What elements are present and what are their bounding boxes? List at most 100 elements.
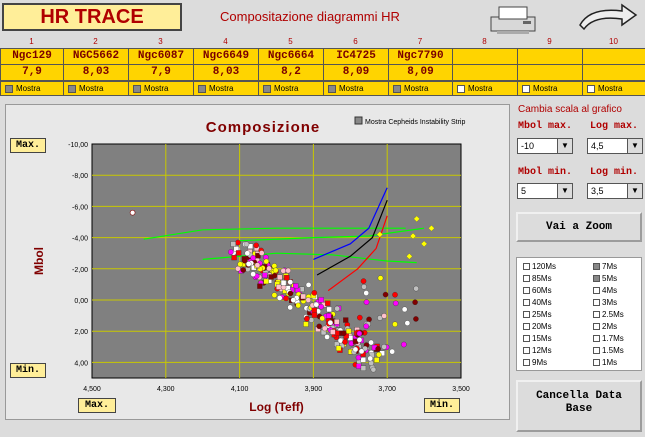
- cluster-name-field[interactable]: IC4725: [323, 48, 389, 65]
- chevron-down-icon[interactable]: ▼: [627, 139, 642, 153]
- xmin-button[interactable]: Min.: [424, 398, 460, 413]
- checkbox-icon[interactable]: [593, 287, 600, 295]
- x-tick-label: 3,500: [452, 386, 470, 393]
- chevron-down-icon[interactable]: ▼: [627, 184, 642, 198]
- show-checkbox[interactable]: Mostra: [323, 81, 389, 96]
- printer-icon[interactable]: [485, 3, 540, 35]
- show-checkbox[interactable]: Mostra: [258, 81, 324, 96]
- cluster-age-field[interactable]: 7,9: [128, 64, 194, 81]
- show-checkbox[interactable]: Mostra: [582, 81, 645, 96]
- cluster-name-field[interactable]: Ngc129: [0, 48, 64, 65]
- ymax-button[interactable]: Max.: [10, 138, 46, 153]
- checkbox-icon[interactable]: [393, 84, 401, 93]
- cluster-age-field[interactable]: [582, 64, 645, 81]
- cluster-age-field[interactable]: 8,09: [388, 64, 453, 81]
- mbol-min-select[interactable]: 5 ▼: [517, 183, 573, 199]
- checkbox-icon[interactable]: [133, 84, 141, 93]
- checkbox-icon[interactable]: [328, 84, 336, 93]
- checkbox-icon[interactable]: [593, 263, 600, 271]
- log-min-select[interactable]: 3,5 ▼: [587, 183, 643, 199]
- cluster-name-field[interactable]: [582, 48, 645, 65]
- zoom-button[interactable]: Vai a Zoom: [516, 212, 642, 242]
- show-checkbox[interactable]: Mostra: [128, 81, 194, 96]
- checkbox-icon[interactable]: [68, 84, 76, 93]
- checkbox-icon[interactable]: [263, 84, 271, 93]
- cluster-age-field[interactable]: 8,09: [323, 64, 389, 81]
- checkbox-icon[interactable]: [593, 311, 600, 319]
- cluster-age-field[interactable]: [452, 64, 518, 81]
- mass-track-checkbox[interactable]: 120Ms: [523, 262, 556, 271]
- mass-track-checkbox[interactable]: 60Ms: [523, 286, 552, 295]
- cluster-age-field[interactable]: [517, 64, 583, 81]
- checkbox-icon[interactable]: [523, 299, 530, 307]
- star-point: [231, 254, 237, 261]
- mbol-max-select[interactable]: -10 ▼: [517, 138, 573, 154]
- clear-database-button[interactable]: Cancella Data Base: [516, 380, 642, 432]
- checkbox-icon[interactable]: [587, 84, 595, 93]
- checkbox-icon[interactable]: [593, 335, 600, 343]
- checkbox-icon[interactable]: [523, 323, 530, 331]
- mass-track-checkbox[interactable]: 5Ms: [593, 274, 617, 283]
- checkbox-icon[interactable]: [523, 263, 530, 271]
- cluster-name-field[interactable]: Ngc7790: [388, 48, 453, 65]
- checkbox-icon[interactable]: [523, 311, 530, 319]
- cluster-age-field[interactable]: 7,9: [0, 64, 64, 81]
- mass-track-checkbox[interactable]: 3Ms: [593, 298, 617, 307]
- show-checkbox[interactable]: Mostra: [452, 81, 518, 96]
- checkbox-icon[interactable]: [593, 347, 600, 355]
- show-checkbox[interactable]: Mostra: [0, 81, 64, 96]
- mass-track-checkbox[interactable]: 2.5Ms: [593, 310, 624, 319]
- checkbox-icon[interactable]: [593, 299, 600, 307]
- mass-track-checkbox[interactable]: 2Ms: [593, 322, 617, 331]
- checkbox-icon[interactable]: [457, 84, 465, 93]
- cluster-age-field[interactable]: 8,03: [193, 64, 259, 81]
- mass-label: 85Ms: [532, 274, 552, 283]
- cluster-name-field[interactable]: Ngc6649: [193, 48, 259, 65]
- mass-track-checkbox[interactable]: 15Ms: [523, 334, 552, 343]
- checkbox-icon[interactable]: [522, 84, 530, 93]
- star-point: [287, 290, 294, 297]
- show-checkbox[interactable]: Mostra: [388, 81, 453, 96]
- mass-track-checkbox[interactable]: 1Ms: [593, 358, 617, 367]
- cluster-name-field[interactable]: [452, 48, 518, 65]
- mass-track-checkbox[interactable]: 12Ms: [523, 346, 552, 355]
- mass-label: 12Ms: [532, 346, 552, 355]
- star-point: [311, 307, 317, 313]
- mass-track-checkbox[interactable]: 4Ms: [593, 286, 617, 295]
- mass-track-checkbox[interactable]: 40Ms: [523, 298, 552, 307]
- checkbox-icon[interactable]: [593, 275, 600, 283]
- show-checkbox[interactable]: Mostra: [517, 81, 583, 96]
- checkbox-icon[interactable]: [593, 359, 600, 367]
- xmax-button[interactable]: Max.: [78, 398, 116, 413]
- checkbox-icon[interactable]: [198, 84, 206, 93]
- cluster-name-field[interactable]: NGC5662: [63, 48, 129, 65]
- mass-track-checkbox[interactable]: 1.7Ms: [593, 334, 624, 343]
- mass-track-checkbox[interactable]: 25Ms: [523, 310, 552, 319]
- checkbox-icon[interactable]: [523, 275, 530, 283]
- checkbox-icon[interactable]: [523, 287, 530, 295]
- cluster-name-field[interactable]: Ngc6087: [128, 48, 194, 65]
- cluster-name-field[interactable]: [517, 48, 583, 65]
- mass-track-checkbox[interactable]: 1.5Ms: [593, 346, 624, 355]
- mass-track-checkbox[interactable]: 9Ms: [523, 358, 547, 367]
- show-checkbox[interactable]: Mostra: [63, 81, 129, 96]
- checkbox-icon[interactable]: [523, 359, 530, 367]
- show-checkbox[interactable]: Mostra: [193, 81, 259, 96]
- chevron-down-icon[interactable]: ▼: [557, 184, 572, 198]
- mass-label: 40Ms: [532, 298, 552, 307]
- checkbox-icon[interactable]: [593, 323, 600, 331]
- cluster-age-field[interactable]: 8,03: [63, 64, 129, 81]
- mass-track-checkbox[interactable]: 7Ms: [593, 262, 617, 271]
- cluster-name-field[interactable]: Ngc6664: [258, 48, 324, 65]
- checkbox-icon[interactable]: [523, 347, 530, 355]
- checkbox-icon[interactable]: [5, 84, 13, 93]
- chevron-down-icon[interactable]: ▼: [557, 139, 572, 153]
- ymin-button[interactable]: Min.: [10, 363, 46, 378]
- mass-track-checkbox[interactable]: 20Ms: [523, 322, 552, 331]
- cluster-age-field[interactable]: 8,2: [258, 64, 324, 81]
- checkbox-icon[interactable]: [523, 335, 530, 343]
- log-max-select[interactable]: 4,5 ▼: [587, 138, 643, 154]
- mass-track-checkbox[interactable]: 85Ms: [523, 274, 552, 283]
- back-arrow-icon[interactable]: [570, 3, 640, 35]
- cepheid-checkbox-icon[interactable]: [354, 116, 363, 125]
